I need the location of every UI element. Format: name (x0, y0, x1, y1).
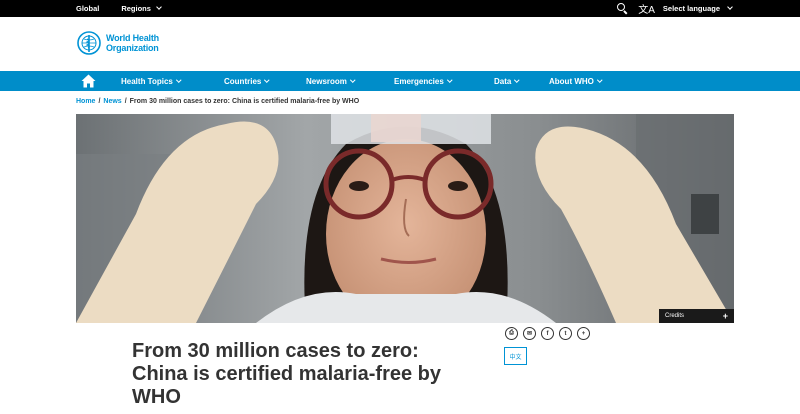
chevron-down-icon (176, 77, 182, 82)
chinese-language-button[interactable]: 中文 (504, 347, 527, 365)
nav-newsroom[interactable]: Newsroom (306, 71, 356, 91)
nav-about-who[interactable]: About WHO (549, 71, 603, 91)
select-language-label: Select language (662, 4, 720, 13)
plus-icon: + (722, 311, 728, 321)
nav-data[interactable]: Data (494, 71, 520, 91)
chevron-down-icon (264, 77, 270, 82)
global-label: Global (76, 4, 100, 13)
breadcrumb-news[interactable]: News (103, 98, 121, 105)
nav-label: Newsroom (306, 76, 347, 86)
nav-emergencies[interactable]: Emergencies (394, 71, 453, 91)
email-icon[interactable]: ✉ (523, 327, 536, 340)
breadcrumb-home[interactable]: Home (76, 98, 95, 105)
main-nav: Health Topics Countries Newsroom Emergen… (0, 71, 800, 91)
translate-icon: 文A (638, 5, 655, 16)
breadcrumb: Home / News / From 30 million cases to z… (76, 98, 359, 105)
nav-label: Countries (224, 76, 262, 86)
credits-label: Credits (665, 313, 685, 319)
chevron-down-icon (447, 77, 453, 82)
more-icon[interactable]: + (577, 327, 590, 340)
top-bar: Global Regions 文A Select language (0, 0, 800, 17)
hero-photo (76, 114, 734, 323)
nav-label: Health Topics (121, 76, 173, 86)
chevron-down-icon (156, 4, 162, 10)
who-wordmark: World Health Organization (106, 33, 159, 53)
nav-health-topics[interactable]: Health Topics (121, 71, 182, 91)
chevron-down-icon (727, 4, 733, 10)
hero-image (76, 114, 734, 323)
breadcrumb-separator: / (98, 98, 101, 105)
nav-label: Emergencies (394, 76, 444, 86)
home-icon[interactable] (81, 74, 96, 88)
select-language-dropdown[interactable]: Select language (662, 4, 733, 13)
chevron-down-icon (514, 77, 520, 82)
nav-label: About WHO (549, 76, 594, 86)
chevron-down-icon (350, 77, 356, 82)
regions-dropdown[interactable]: Regions (121, 4, 162, 13)
search-icon[interactable] (617, 3, 628, 15)
twitter-icon[interactable]: t (559, 327, 572, 340)
who-emblem-icon (77, 31, 101, 55)
print-icon[interactable]: ⎙ (505, 327, 518, 340)
credits-button[interactable]: Credits + (659, 309, 734, 323)
wordmark-line-1: World Health (106, 33, 159, 43)
facebook-icon[interactable]: f (541, 327, 554, 340)
chevron-down-icon (597, 77, 603, 82)
who-logo[interactable]: World Health Organization (76, 30, 159, 56)
nav-countries[interactable]: Countries (224, 71, 270, 91)
article-title: From 30 million cases to zero: China is … (132, 340, 442, 408)
breadcrumb-separator: / (124, 98, 127, 105)
nav-label: Data (494, 76, 512, 86)
global-link[interactable]: Global (76, 4, 99, 13)
regions-label: Regions (121, 4, 151, 13)
logo-bar: World Health Organization (0, 17, 800, 71)
breadcrumb-current: From 30 million cases to zero: China is … (129, 98, 360, 105)
wordmark-line-2: Organization (106, 43, 159, 53)
share-toolbar: ⎙ ✉ f t + (505, 327, 595, 340)
